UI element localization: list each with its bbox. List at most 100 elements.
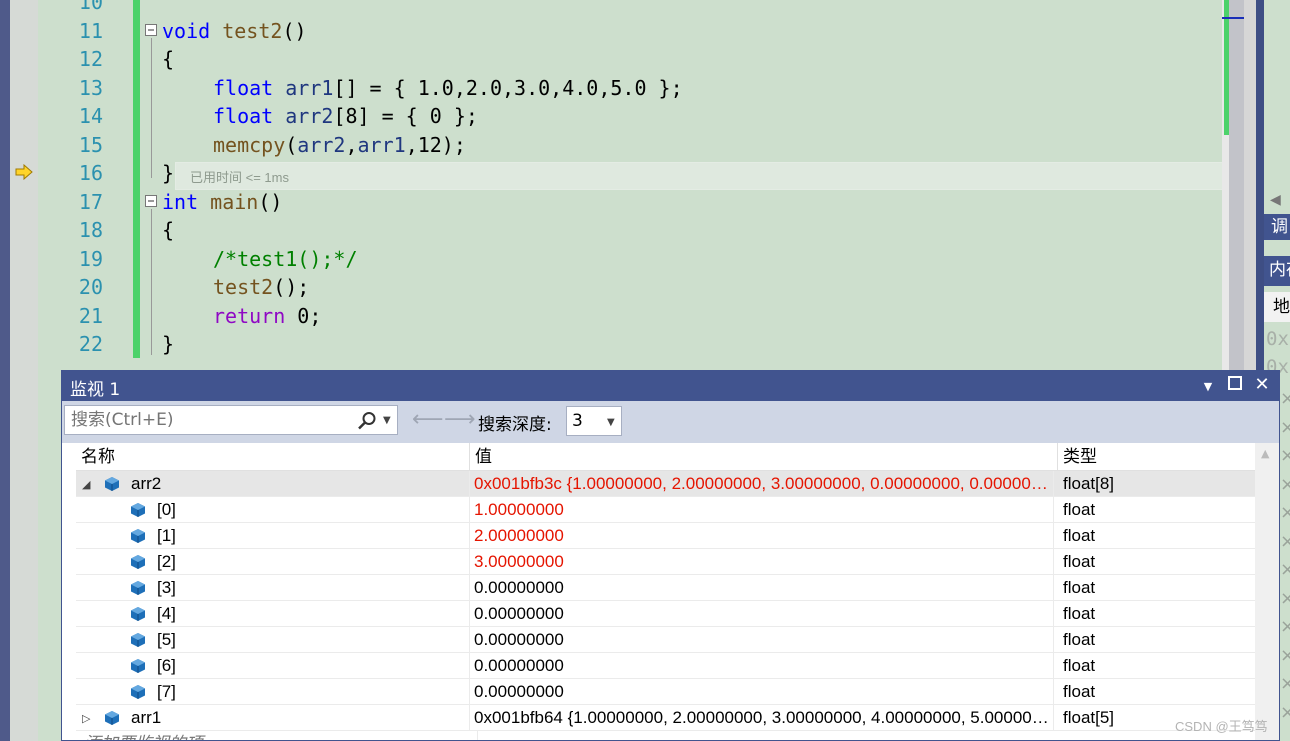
outline-guide (151, 209, 152, 355)
address-label: 地 (1264, 292, 1290, 322)
table-row[interactable]: [4] 0.00000000 float (76, 601, 1255, 627)
search-depth-label: 搜索深度: (478, 415, 552, 435)
type-cell: float (1063, 526, 1096, 545)
add-watch-placeholder[interactable]: 添加要监视的项 (76, 731, 478, 740)
code-line: /*test1();*/ (213, 247, 358, 271)
line-number: 15 (78, 133, 103, 157)
variable-name: [5] (157, 630, 176, 649)
table-row[interactable]: ▷ arr1 0x001bfb64 {1.00000000, 2.00000000,… (76, 705, 1255, 731)
type-cell: float (1063, 604, 1096, 623)
table-row[interactable]: [7] 0.00000000 float (76, 679, 1255, 705)
name-cell: [1] (76, 523, 470, 548)
variable-name: [7] (157, 682, 176, 701)
change-tracking-bar (133, 0, 140, 358)
variable-icon (131, 555, 145, 569)
line-number: 18 (78, 218, 103, 242)
current-statement-arrow-icon (15, 164, 33, 180)
table-row[interactable]: [2] 3.00000000 float (76, 549, 1255, 575)
perf-tip: 已用时间 <= 1ms (190, 170, 289, 185)
value-cell[interactable]: 0.00000000 (470, 627, 1054, 652)
line-number: 12 (78, 47, 103, 71)
add-watch-row[interactable]: 添加要监视的项 (76, 731, 1255, 740)
back-arrow-icon[interactable]: ⟵ (412, 407, 444, 432)
variable-icon (131, 685, 145, 699)
line-number: 21 (78, 304, 103, 328)
line-number: 17 (78, 190, 103, 214)
collapse-icon[interactable] (145, 195, 158, 208)
name-cell: [0] (76, 497, 470, 522)
name-cell: ◢ arr2 (76, 471, 470, 496)
editor-scrollbar-thumb[interactable] (1229, 0, 1245, 370)
code-line: float arr1[] = { 1.0,2.0,3.0,4.0,5.0 }; (213, 76, 683, 100)
watch-grid: 名称 值 类型 ◢ arr2 0x001bfb3c {1.00000000, 2.0… (76, 443, 1255, 740)
value-cell[interactable]: 0x001bfb64 {1.00000000, 2.00000000, 3.00… (470, 705, 1054, 730)
name-cell: [6] (76, 653, 470, 678)
line-number: 13 (78, 76, 103, 100)
search-box[interactable]: ▼ (64, 405, 398, 435)
table-row[interactable]: ◢ arr2 0x001bfb3c {1.00000000, 2.00000000,… (76, 471, 1255, 497)
table-row[interactable]: [0] 1.00000000 float (76, 497, 1255, 523)
table-row[interactable]: [5] 0.00000000 float (76, 627, 1255, 653)
table-row[interactable]: [3] 0.00000000 float (76, 575, 1255, 601)
value-cell[interactable]: 0x001bfb3c {1.00000000, 2.00000000, 3.00… (470, 471, 1054, 496)
back-arrow-icon[interactable]: ◀ (1270, 192, 1281, 208)
tab-debug[interactable]: 调 (1264, 214, 1290, 240)
name-cell: [3] (76, 575, 470, 600)
name-cell: ▷ arr1 (76, 705, 470, 730)
watch-toolbar: ▼ ⟵ ⟶ 搜索深度: 3 ▼ (62, 401, 1279, 443)
memory-address: 0x (1266, 328, 1289, 350)
variable-name: [4] (157, 604, 176, 623)
value-cell[interactable]: 1.00000000 (470, 497, 1054, 522)
name-cell: [4] (76, 601, 470, 626)
chevron-down-icon[interactable]: ▼ (383, 415, 391, 426)
tab-memory[interactable]: 内存 (1264, 256, 1290, 286)
watch-titlebar[interactable]: 监视 1 ▼ ✕ (62, 371, 1279, 401)
table-row[interactable]: [1] 2.00000000 float (76, 523, 1255, 549)
variable-icon (131, 581, 145, 595)
chevron-down-icon[interactable]: ▼ (607, 417, 615, 428)
code-line: int main() (162, 190, 283, 214)
code-line: memcpy(arr2,arr1,12); (213, 133, 466, 157)
variable-icon (131, 607, 145, 621)
window-menu-chevron-icon[interactable]: ▼ (1198, 377, 1218, 397)
maximize-icon[interactable] (1225, 375, 1245, 395)
line-number: 20 (78, 275, 103, 299)
column-header-type[interactable]: 类型 (1058, 443, 1255, 471)
forward-arrow-icon[interactable]: ⟶ (444, 407, 476, 432)
code-line: { (162, 47, 175, 71)
value-cell[interactable]: 2.00000000 (470, 523, 1054, 548)
column-header-value[interactable]: 值 (470, 443, 1058, 471)
watch-title: 监视 1 (70, 380, 121, 400)
type-cell: float (1063, 630, 1096, 649)
close-icon[interactable]: ✕ (1252, 375, 1272, 395)
search-icon[interactable] (357, 411, 377, 431)
variable-icon (105, 711, 119, 725)
line-number: 10 (78, 0, 103, 14)
code-line: void test2() (162, 19, 307, 43)
variable-icon (131, 633, 145, 647)
breakpoint-margin[interactable] (10, 0, 38, 741)
search-input[interactable] (71, 406, 341, 434)
value-cell[interactable]: 0.00000000 (470, 679, 1054, 704)
collapse-arrow-icon[interactable]: ◢ (82, 472, 90, 496)
variable-name: [2] (157, 552, 176, 571)
table-row[interactable]: [6] 0.00000000 float (76, 653, 1255, 679)
value-cell[interactable]: 0.00000000 (470, 601, 1054, 626)
watch-scrollbar[interactable] (1255, 443, 1279, 740)
type-cell: float (1063, 500, 1096, 519)
column-header-name[interactable]: 名称 (76, 443, 470, 471)
value-cell[interactable]: 0.00000000 (470, 653, 1054, 678)
collapse-icon[interactable] (145, 24, 158, 37)
type-cell: float[8] (1063, 474, 1115, 493)
name-cell: [7] (76, 679, 470, 704)
value-cell[interactable]: 0.00000000 (470, 575, 1054, 600)
expand-arrow-icon[interactable]: ▷ (82, 706, 90, 730)
memory-column-markers: × × × × × × × × × × × × (1280, 388, 1290, 723)
scroll-up-icon[interactable]: ▲ (1261, 447, 1269, 460)
type-cell: float (1063, 682, 1096, 701)
variable-name: [6] (157, 656, 176, 675)
variable-name: [3] (157, 578, 176, 597)
value-cell[interactable]: 3.00000000 (470, 549, 1054, 574)
line-number: 22 (78, 332, 103, 356)
search-depth-select[interactable]: 3 ▼ (566, 406, 622, 436)
